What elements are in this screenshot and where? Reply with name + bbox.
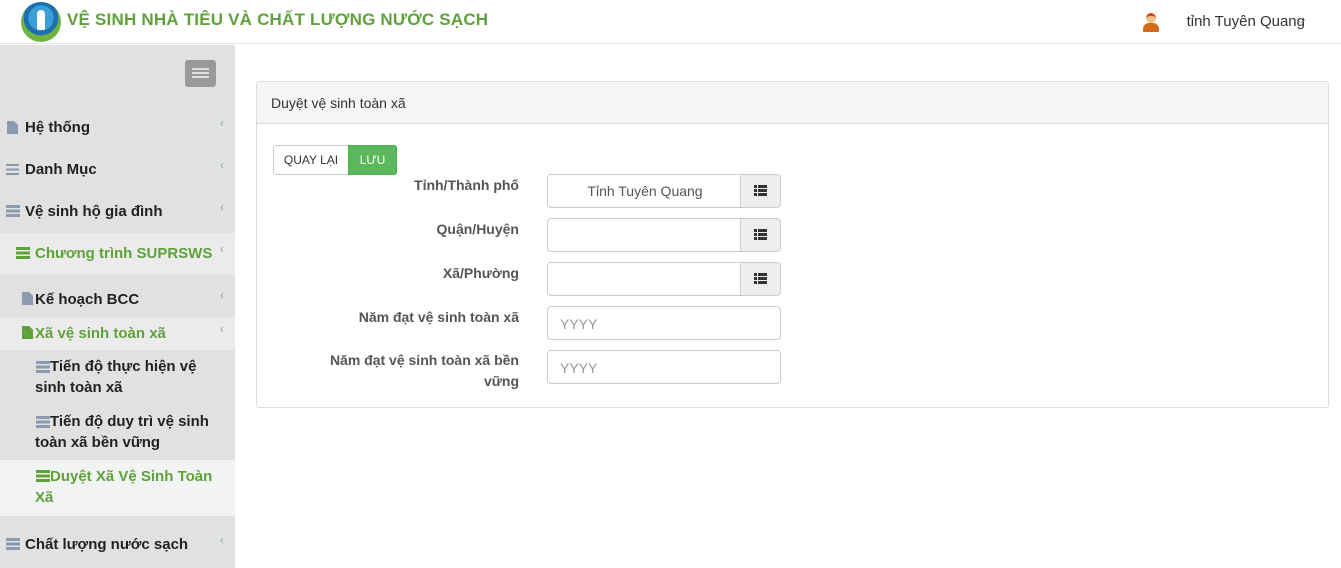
year-sustainable-label: Năm đạt vệ sinh toàn xã bền vững — [257, 350, 519, 392]
list-icon — [754, 185, 767, 196]
commune-field[interactable] — [547, 262, 781, 296]
sidebar-item-label: Hệ thống — [25, 119, 90, 136]
sidebar-item-xa-ve-sinh-toan-xa[interactable]: Xã vệ sinh toàn xã ‹ — [0, 317, 235, 350]
sidebar-item-label-line2: sinh toàn xã — [35, 379, 123, 396]
top-header: VỆ SINH NHÀ TIÊU VÀ CHẤT LƯỢNG NƯỚC SẠCH… — [0, 0, 1341, 44]
sidebar-item-label: Xã vệ sinh toàn xã — [35, 325, 166, 342]
year-sustainable-placeholder: YYYY — [560, 360, 598, 376]
province-list-button[interactable] — [740, 175, 780, 207]
year-sanitation-placeholder: YYYY — [560, 316, 598, 332]
panel-title: Duyệt vệ sinh toàn xã — [271, 95, 406, 111]
file-icon — [7, 121, 18, 134]
server-icon — [6, 205, 20, 217]
file-icon — [22, 326, 33, 339]
sidebar-item-he-thong[interactable]: Hệ thống ‹ — [0, 113, 235, 143]
server-icon — [16, 247, 30, 259]
sidebar-item-label-line2: toàn xã bền vững — [35, 434, 161, 451]
district-field[interactable] — [547, 218, 781, 252]
list-icon — [754, 273, 767, 284]
sidebar-item-duyet-xa-ve-sinh[interactable]: Duyệt Xã Vệ Sinh Toàn Xã — [0, 460, 235, 516]
server-icon — [36, 470, 50, 482]
commune-label: Xã/Phường — [442, 265, 519, 281]
sidebar-item-tien-do-duy-tri[interactable]: Tiến độ duy trì vệ sinh toàn xã bền vững — [0, 410, 235, 460]
approval-panel: Duyệt vệ sinh toàn xã QUAY LẠI LƯU Tỉnh/… — [256, 81, 1329, 408]
province-value: Tỉnh Tuyên Quang — [587, 183, 703, 199]
sidebar-toggle-button[interactable] — [185, 60, 216, 87]
app-logo[interactable] — [21, 2, 61, 42]
chevron-left-icon: ‹ — [220, 158, 224, 172]
chevron-left-icon: ‹ — [220, 200, 224, 214]
server-icon — [36, 416, 50, 428]
list-icon — [754, 229, 767, 240]
save-button[interactable]: LƯU — [348, 145, 397, 175]
commune-list-button[interactable] — [740, 263, 780, 295]
year-sustainable-label-line2: vững — [483, 373, 519, 389]
sidebar-item-label: Chương trình SUPRSWS — [35, 245, 213, 262]
user-name[interactable]: tỉnh Tuyên Quang — [1187, 13, 1305, 30]
sidebar-item-label-line1: Duyệt Xã Vệ Sinh Toàn — [50, 468, 213, 485]
province-field[interactable]: Tỉnh Tuyên Quang — [547, 174, 781, 208]
sidebar-item-chat-luong-nuoc-sach[interactable]: Chất lượng nước sạch ‹ — [0, 530, 235, 560]
sidebar: Hệ thống ‹ Danh Mục ‹ Vệ sinh hộ gia đìn… — [0, 45, 235, 568]
sidebar-item-danh-muc[interactable]: Danh Mục ‹ — [0, 155, 235, 185]
back-button[interactable]: QUAY LẠI — [273, 145, 349, 175]
province-label: Tỉnh/Thành phố — [414, 177, 519, 193]
sidebar-item-chuong-trinh-suprsws[interactable]: Chương trình SUPRSWS ‹ — [0, 233, 235, 275]
chevron-left-icon: ‹ — [220, 242, 224, 256]
year-sustainable-input[interactable]: YYYY — [547, 350, 781, 384]
chevron-left-icon: ‹ — [220, 288, 224, 302]
district-list-button[interactable] — [740, 219, 780, 251]
chevron-left-icon: ‹ — [220, 533, 224, 547]
chevron-left-icon: ‹ — [220, 116, 224, 130]
list-icon — [6, 164, 19, 175]
sidebar-item-label: Chất lượng nước sạch — [25, 536, 189, 553]
year-sustainable-label-line1: Năm đạt vệ sinh toàn xã bền — [329, 352, 519, 368]
year-sanitation-label: Năm đạt vệ sinh toàn xã — [358, 309, 519, 325]
sidebar-item-label-line1: Tiến độ duy trì vệ sinh — [50, 413, 209, 430]
panel-header: Duyệt vệ sinh toàn xã — [257, 82, 1328, 124]
sidebar-item-label: Vệ sinh hộ gia đình — [25, 203, 163, 220]
year-sanitation-input[interactable]: YYYY — [547, 306, 781, 340]
sidebar-item-ke-hoach-bcc[interactable]: Kế hoạch BCC ‹ — [0, 285, 235, 315]
file-icon — [22, 292, 33, 305]
user-menu[interactable]: tỉnh Tuyên Quang — [1187, 13, 1305, 30]
chevron-down-icon[interactable]: ﹀ — [1296, 16, 1306, 31]
sidebar-item-label: Danh Mục — [25, 161, 97, 178]
sidebar-item-tien-do-thuc-hien[interactable]: Tiến độ thực hiện vệ sinh toàn xã — [0, 355, 235, 405]
district-label: Quận/Huyện — [436, 221, 519, 237]
server-icon — [36, 361, 50, 373]
server-icon — [6, 538, 20, 550]
app-title: VỆ SINH NHÀ TIÊU VÀ CHẤT LƯỢNG NƯỚC SẠCH — [67, 10, 489, 29]
user-avatar-icon[interactable] — [1141, 12, 1160, 32]
sidebar-item-label: Kế hoạch BCC — [35, 291, 140, 308]
sidebar-item-ve-sinh-ho-gia-dinh[interactable]: Vệ sinh hộ gia đình ‹ — [0, 197, 235, 227]
sidebar-item-label-line2: Xã — [35, 489, 54, 506]
sidebar-item-label-line1: Tiến độ thực hiện vệ — [50, 358, 197, 375]
chevron-left-icon: ‹ — [220, 322, 224, 336]
